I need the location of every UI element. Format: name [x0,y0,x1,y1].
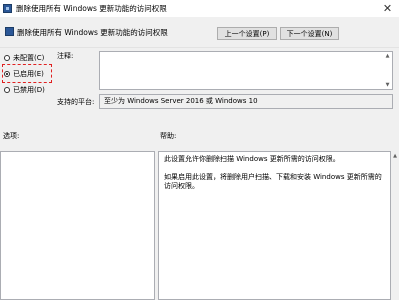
scroll-up-icon[interactable]: ▲ [384,53,391,59]
platform-value: 至少为 Windows Server 2016 或 Windows 10 [99,94,393,109]
help-paragraph: 如果启用此设置，将删除用户扫描、下载和安装 Windows 更新所需的访问权限。 [164,173,382,190]
radio-label: 已禁用(D) [13,85,45,94]
policy-icon [5,27,14,36]
help-scrollbar[interactable]: ▲ [391,151,399,300]
comment-field[interactable]: ▲ ▼ [99,51,393,90]
prev-setting-button[interactable]: 上一个设置(P) [217,27,277,40]
focus-highlight [2,64,52,83]
next-setting-button[interactable]: 下一个设置(N) [280,27,339,40]
radio-not-configured[interactable]: 未配置(C) [4,52,44,63]
window-title: 删除使用所有 Windows 更新功能的访问权限 [16,4,167,13]
radio-icon [4,54,10,61]
radio-disabled[interactable]: 已禁用(D) [4,84,45,95]
help-pane: 此设置允许你删除扫描 Windows 更新所需的访问权限。 如果启用此设置，将删… [158,151,391,300]
options-label: 选项: [3,132,20,140]
radio-label: 未配置(C) [13,53,45,62]
help-label: 帮助: [160,132,177,140]
group-policy-icon [3,4,12,13]
platform-label: 支持的平台: [57,98,95,106]
comment-label: 注释: [57,52,74,60]
close-button[interactable]: ✕ [376,0,399,17]
policy-name: 删除使用所有 Windows 更新功能的访问权限 [17,28,168,37]
radio-icon [4,86,10,93]
help-paragraph: 此设置允许你删除扫描 Windows 更新所需的访问权限。 [164,155,340,163]
scroll-down-icon[interactable]: ▼ [384,82,391,88]
options-pane [0,151,155,300]
scroll-up-icon[interactable]: ▲ [392,153,398,159]
